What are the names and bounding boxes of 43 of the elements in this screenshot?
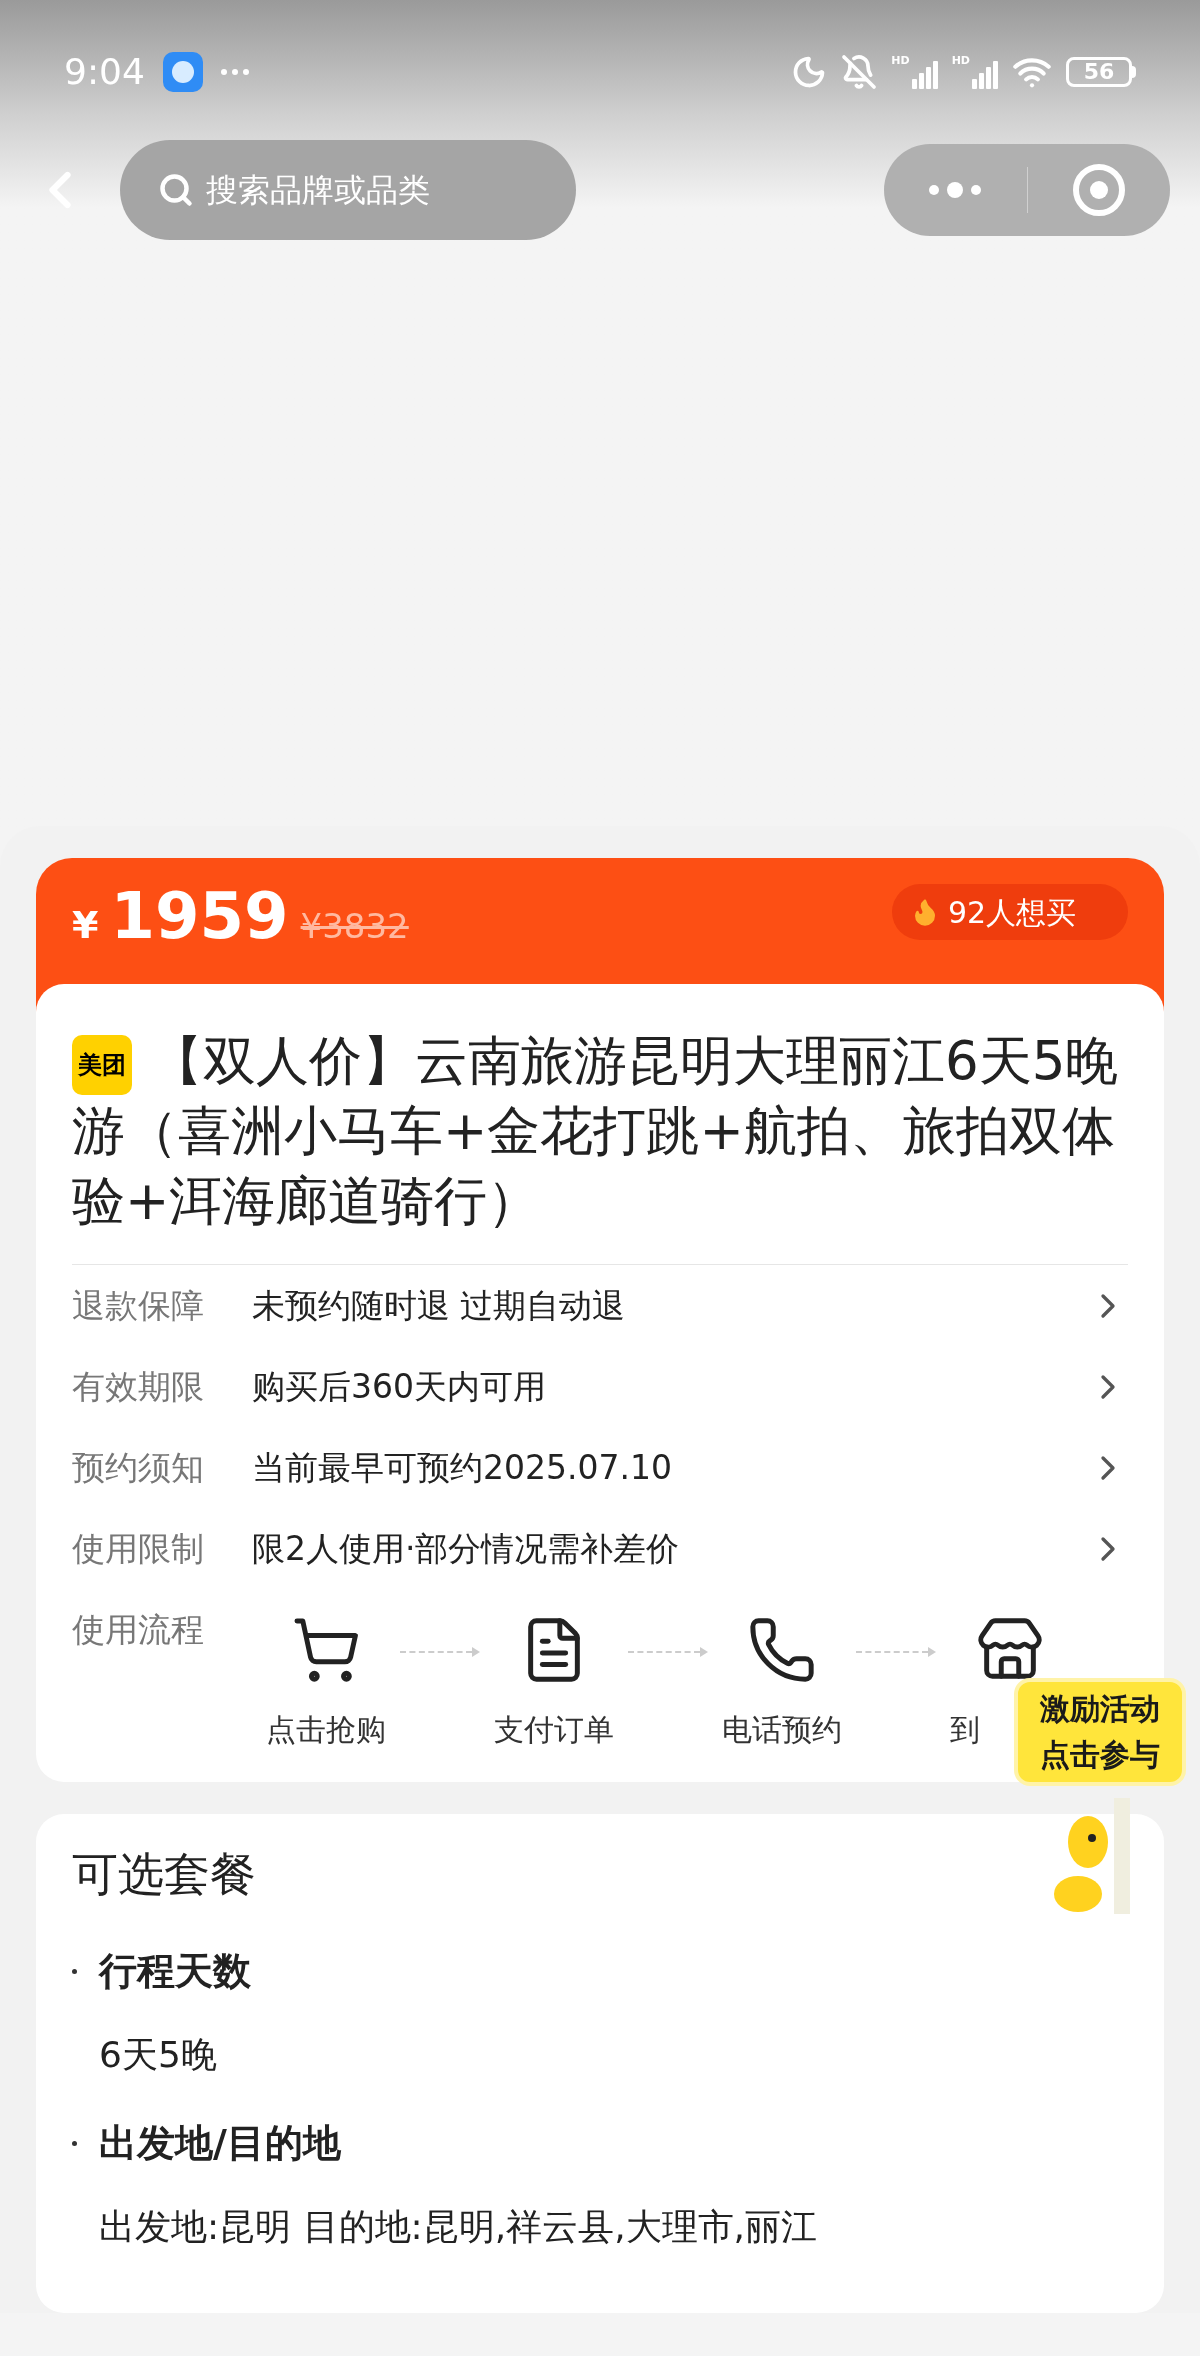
bullet-icon (72, 1968, 77, 1974)
status-time: 9:04 (64, 50, 145, 94)
search-field[interactable]: 搜索品牌或品类 (120, 140, 576, 240)
package-value: 6天5晚 (99, 2033, 217, 2077)
info-row[interactable]: 预约须知 当前最早可预约2025.07.10 (72, 1427, 1128, 1508)
step-label: 点击抢购 (266, 1711, 386, 1749)
step-label: 到 (950, 1711, 980, 1749)
currency-symbol: ¥ (72, 902, 99, 949)
info-label: 有效期限 (72, 1365, 205, 1408)
dashed-arrow-icon (400, 1647, 480, 1657)
package-heading: 出发地/目的地 (99, 2119, 341, 2167)
info-value: 购买后360天内可用 (252, 1365, 547, 1408)
info-label: 预约须知 (72, 1446, 205, 1489)
app-icon (162, 52, 203, 92)
promo-text: 激励活动 (1040, 1690, 1160, 1728)
info-row[interactable]: 有效期限 购买后360天内可用 (72, 1346, 1128, 1427)
promo-text: 点击参与 (1040, 1736, 1160, 1774)
info-value: 限2人使用·部分情况需补差价 (252, 1527, 681, 1570)
info-label: 使用流程 (72, 1609, 205, 1651)
step-label: 电话预约 (722, 1711, 842, 1749)
search-icon (158, 172, 194, 208)
phone-icon (747, 1615, 817, 1685)
info-row[interactable]: 使用限制 限2人使用·部分情况需补差价 (72, 1508, 1128, 1589)
info-value: 未预约随时退 过期自动退 (252, 1284, 627, 1327)
original-price: ¥3832 (300, 905, 409, 948)
package-heading: 行程天数 (99, 1947, 251, 1995)
info-row[interactable]: 退款保障 未预约随时退 过期自动退 (72, 1265, 1128, 1346)
more-dots-icon (220, 69, 249, 75)
dashed-arrow-icon (628, 1647, 708, 1657)
promo-badge[interactable]: 激励活动 点击参与 (1014, 1678, 1186, 1786)
info-label: 退款保障 (72, 1284, 205, 1327)
dashed-arrow-icon (856, 1647, 936, 1657)
price: 1959 (110, 884, 289, 948)
info-label: 使用限制 (72, 1527, 205, 1570)
product-title: 美团 【双人价】云南旅游昆明大理丽江6天5晚游（喜洲小马车+金花打跳+航拍、旅拍双体验+洱海廊道骑行） (72, 1029, 1120, 1233)
muted-bell-icon (841, 54, 878, 90)
popularity-badge: 92人想买 (892, 884, 1128, 940)
step-label: 支付订单 (494, 1711, 614, 1749)
section-title: 可选套餐 (72, 1846, 257, 1903)
brand-logo: 美团 (72, 1035, 132, 1095)
package-value: 出发地:昆明 目的地:昆明,祥云县,大理市,丽江 (99, 2205, 818, 2249)
info-value: 当前最早可预约2025.07.10 (252, 1446, 673, 1489)
bullet-icon (72, 2140, 77, 2146)
